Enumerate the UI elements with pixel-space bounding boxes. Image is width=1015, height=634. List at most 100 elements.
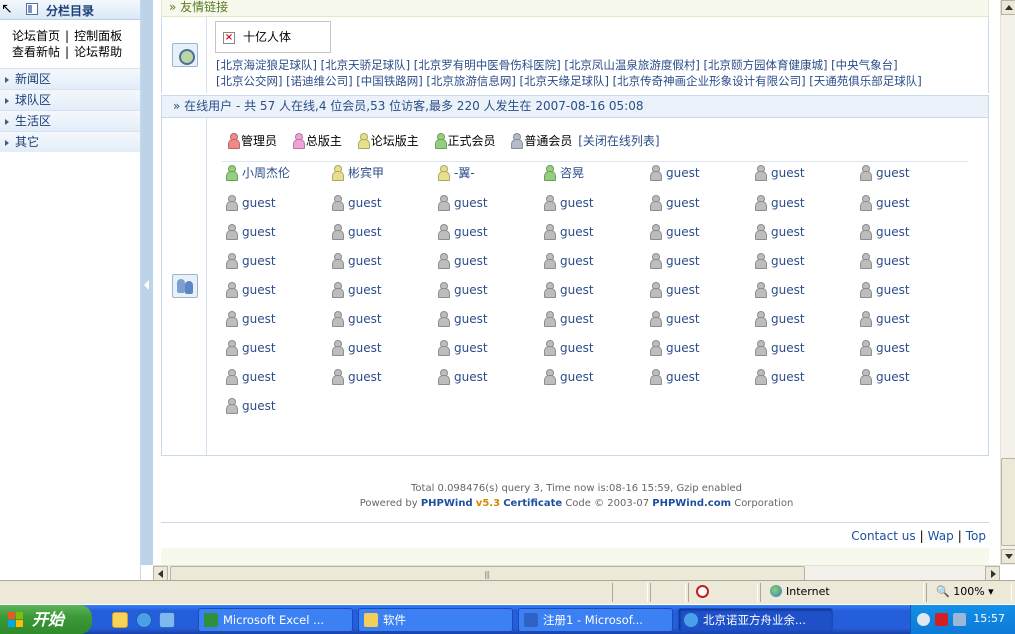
sidebar-category-news[interactable]: 新闻区 — [0, 68, 140, 89]
top-link[interactable]: Top — [966, 529, 986, 543]
online-user[interactable]: guest — [438, 253, 488, 269]
online-user[interactable]: guest — [438, 340, 488, 356]
task-browser[interactable]: 北京诺亚方舟业余... — [678, 608, 833, 632]
online-user[interactable]: guest — [650, 282, 700, 298]
sidebar-category-teams[interactable]: 球队区 — [0, 89, 140, 110]
online-user[interactable]: guest — [226, 398, 276, 414]
online-user[interactable]: guest — [226, 253, 276, 269]
scroll-left-button[interactable] — [153, 566, 168, 581]
wap-link[interactable]: Wap — [928, 529, 954, 543]
online-user[interactable]: guest — [860, 311, 910, 327]
online-user[interactable]: guest — [544, 311, 594, 327]
online-user[interactable]: guest — [755, 311, 805, 327]
online-user[interactable]: guest — [650, 224, 700, 240]
friend-links-list[interactable]: [北京海淀狼足球队] [北京天骄足球队] [北京罗有明中医骨伤科医院] [北京凤… — [216, 57, 996, 89]
phpwind-site-link[interactable]: PHPWind.com — [652, 498, 731, 509]
online-user[interactable]: guest — [438, 195, 488, 211]
tray-network-icon[interactable] — [953, 613, 966, 626]
online-user[interactable]: guest — [332, 224, 382, 240]
security-zone[interactable]: Internet — [770, 585, 830, 598]
collapse-arrow-icon[interactable] — [144, 280, 149, 290]
online-user[interactable]: guest — [332, 253, 382, 269]
online-user[interactable]: 咨晃 — [544, 165, 584, 181]
online-user[interactable]: guest — [226, 282, 276, 298]
online-user[interactable]: guest — [860, 340, 910, 356]
scroll-down-button[interactable] — [1001, 549, 1015, 564]
online-user[interactable]: guest — [860, 253, 910, 269]
online-user[interactable]: guest — [650, 165, 700, 181]
online-user[interactable]: guest — [650, 311, 700, 327]
contact-us-link[interactable]: Contact us — [851, 529, 915, 543]
online-user[interactable]: guest — [226, 224, 276, 240]
link-forum-help[interactable]: 论坛帮助 — [74, 45, 122, 59]
quicklaunch-media-icon[interactable] — [159, 612, 175, 628]
online-user[interactable]: 彬宾甲 — [332, 165, 384, 181]
tray-antivirus-icon[interactable] — [935, 613, 948, 626]
online-user[interactable]: guest — [755, 369, 805, 385]
vertical-scroll-thumb[interactable] — [1001, 458, 1015, 546]
online-user[interactable]: guest — [544, 224, 594, 240]
sidebar-category-other[interactable]: 其它 — [0, 131, 140, 152]
online-user[interactable]: guest — [544, 282, 594, 298]
online-user[interactable]: guest — [332, 340, 382, 356]
online-user[interactable]: guest — [226, 195, 276, 211]
online-user[interactable]: 小周杰伦 — [226, 165, 290, 181]
horizontal-scrollbar[interactable]: ||| — [153, 565, 1000, 581]
quicklaunch-desktop-icon[interactable] — [112, 612, 128, 628]
link-control-panel[interactable]: 控制面板 — [74, 29, 122, 43]
online-user[interactable]: guest — [755, 224, 805, 240]
online-user[interactable]: guest — [755, 340, 805, 356]
task-word[interactable]: 注册1 - Microsof... — [518, 608, 673, 632]
vertical-scrollbar[interactable] — [1000, 0, 1015, 565]
online-user[interactable]: guest — [332, 195, 382, 211]
online-user[interactable]: guest — [860, 165, 910, 181]
online-user[interactable]: guest — [860, 195, 910, 211]
online-user[interactable]: guest — [438, 224, 488, 240]
scroll-right-button[interactable] — [985, 566, 1000, 581]
online-user[interactable]: guest — [650, 195, 700, 211]
online-user[interactable]: guest — [755, 253, 805, 269]
tray-back-icon[interactable] — [917, 613, 930, 626]
online-user[interactable]: guest — [438, 282, 488, 298]
online-user[interactable]: guest — [332, 369, 382, 385]
link-new-posts[interactable]: 查看新帖 — [12, 45, 60, 59]
zoom-control[interactable]: 🔍 100% ▾ — [936, 585, 994, 598]
online-user[interactable]: guest — [226, 340, 276, 356]
online-user[interactable]: guest — [650, 253, 700, 269]
online-user[interactable]: guest — [332, 311, 382, 327]
online-user[interactable]: guest — [438, 311, 488, 327]
online-user[interactable]: guest — [755, 165, 805, 181]
online-user[interactable]: guest — [332, 282, 382, 298]
online-user[interactable]: guest — [860, 224, 910, 240]
online-user[interactable]: guest — [438, 369, 488, 385]
online-user[interactable]: guest — [755, 282, 805, 298]
online-user[interactable]: guest — [860, 369, 910, 385]
scroll-up-button[interactable] — [1001, 0, 1015, 15]
frame-splitter[interactable] — [141, 0, 153, 565]
phpwind-link[interactable]: PHPWind — [421, 498, 473, 509]
certificate-link[interactable]: Certificate — [503, 498, 562, 509]
online-user[interactable]: -翼- — [438, 165, 475, 181]
quicklaunch-ie-icon[interactable] — [136, 612, 152, 628]
online-user[interactable]: guest — [544, 253, 594, 269]
friend-links-row[interactable]: [北京公交网] [诺迪维公司] [中国铁路网] [北京旅游信息网] [北京天缘足… — [216, 73, 996, 89]
online-user[interactable]: guest — [544, 195, 594, 211]
close-online-list-link[interactable]: [关闭在线列表] — [578, 134, 659, 148]
sidebar-category-life[interactable]: 生活区 — [0, 110, 140, 131]
horizontal-scroll-thumb[interactable]: ||| — [170, 566, 805, 581]
popup-blocked-icon[interactable] — [696, 585, 709, 598]
online-user[interactable]: guest — [226, 311, 276, 327]
task-excel[interactable]: Microsoft Excel ... — [198, 608, 353, 632]
online-user[interactable]: guest — [650, 340, 700, 356]
online-user[interactable]: guest — [544, 369, 594, 385]
task-folder[interactable]: 软件 — [358, 608, 513, 632]
friend-links-row[interactable]: [北京海淀狼足球队] [北京天骄足球队] [北京罗有明中医骨伤科医院] [北京凤… — [216, 57, 996, 73]
online-user[interactable]: guest — [650, 369, 700, 385]
link-forum-home[interactable]: 论坛首页 — [12, 29, 60, 43]
friend-logo-link[interactable]: × 十亿人体 — [215, 21, 331, 53]
online-user[interactable]: guest — [755, 195, 805, 211]
online-user[interactable]: guest — [860, 282, 910, 298]
online-user[interactable]: guest — [226, 369, 276, 385]
online-user[interactable]: guest — [544, 340, 594, 356]
start-button[interactable]: 开始 — [0, 605, 92, 634]
